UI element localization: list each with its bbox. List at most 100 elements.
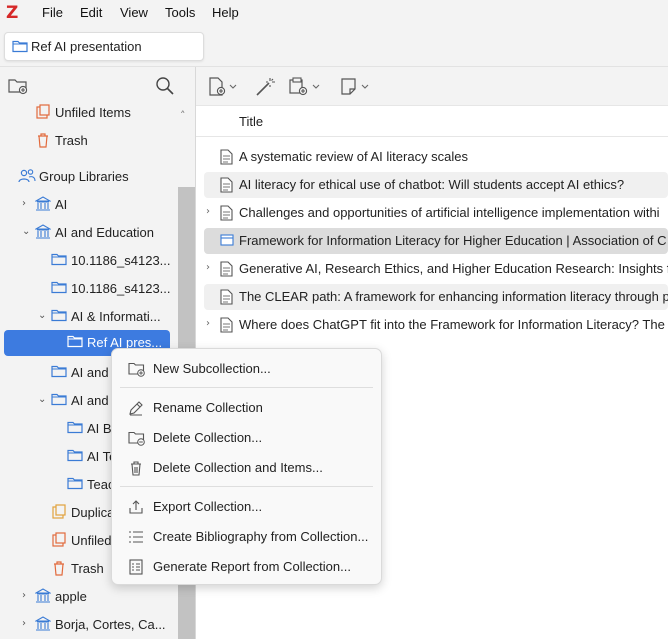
menu-tools[interactable]: Tools <box>165 5 195 20</box>
menu-item-label: Export Collection... <box>153 499 263 514</box>
menu-view[interactable]: View <box>120 5 148 20</box>
tree-item-library-borja[interactable]: › Borja, Cortes, Ca... <box>0 612 178 638</box>
tree-item-label: Trash <box>55 133 88 148</box>
tree-item-library-ai[interactable]: › AI <box>0 192 178 218</box>
item-row[interactable]: › Generative AI, Research Ethics, and Hi… <box>204 256 668 282</box>
menu-help[interactable]: Help <box>212 5 239 20</box>
menu-item-delete-collection[interactable]: Delete Collection... <box>116 424 377 452</box>
tab-label: Ref AI presentation <box>31 39 142 54</box>
item-title: Framework for Information Literacy for H… <box>239 233 667 248</box>
library-icon <box>35 588 51 604</box>
document-icon <box>220 261 233 277</box>
menu-item-create-bibliography[interactable]: Create Bibliography from Collection... <box>116 523 377 551</box>
tree-item-label: AI and Education <box>55 225 155 240</box>
folder-icon <box>51 364 67 380</box>
item-title: Challenges and opportunities of artifici… <box>239 205 660 220</box>
folder-icon <box>51 252 67 268</box>
library-icon <box>35 616 51 632</box>
menu-edit[interactable]: Edit <box>80 5 102 20</box>
menu-item-label: Create Bibliography from Collection... <box>153 529 369 544</box>
chevron-right-icon[interactable]: › <box>206 262 210 273</box>
document-icon <box>220 149 233 165</box>
tree-item-label: AI and <box>71 365 109 380</box>
scroll-up-chevron-icon[interactable]: ˄ <box>180 109 186 122</box>
chevron-right-icon[interactable]: › <box>22 618 32 630</box>
tree-item-label: Unfiled Items <box>55 105 131 120</box>
item-row[interactable]: A systematic review of AI literacy scale… <box>204 144 668 170</box>
tree-item-collection[interactable]: 10.1186_s4123... <box>0 276 178 302</box>
unfiled-items-icon <box>51 532 67 548</box>
items-toolbar <box>196 67 668 106</box>
tree-item-label: AI and <box>71 393 109 408</box>
item-row[interactable]: › Where does ChatGPT fit into the Framew… <box>204 312 668 338</box>
tree-item-collection-ai-information[interactable]: ⌄ AI & Informati... <box>0 304 178 330</box>
menu-item-label: Generate Report from Collection... <box>153 559 351 574</box>
item-title: Where does ChatGPT fit into the Framewor… <box>239 317 665 332</box>
chevron-right-icon[interactable]: › <box>22 198 32 210</box>
tree-item-unfiled-items[interactable]: Unfiled Items <box>0 100 178 126</box>
trash-icon <box>35 132 51 148</box>
chevron-down-icon[interactable]: ⌄ <box>22 226 32 238</box>
menu-item-rename-collection[interactable]: Rename Collection <box>116 394 377 422</box>
folder-icon <box>51 308 67 324</box>
tab-bar: Ref AI presentation <box>0 26 668 67</box>
library-icon <box>35 224 51 240</box>
document-icon <box>220 317 233 333</box>
search-icon[interactable] <box>155 76 175 96</box>
new-folder-icon <box>128 361 146 377</box>
magic-wand-icon[interactable] <box>254 76 276 98</box>
menu-item-generate-report[interactable]: Generate Report from Collection... <box>116 553 377 581</box>
folder-icon <box>51 392 67 408</box>
item-row[interactable]: AI literacy for ethical use of chatbot: … <box>204 172 668 198</box>
folder-icon <box>67 448 83 464</box>
item-row[interactable]: › Challenges and opportunities of artifi… <box>204 200 668 226</box>
tree-item-label: AI B <box>87 421 112 436</box>
tree-item-label: Borja, Cortes, Ca... <box>55 617 166 632</box>
export-icon <box>128 499 144 515</box>
chevron-right-icon[interactable]: › <box>22 590 32 602</box>
collection-context-menu: New Subcollection... Rename Collection D… <box>111 348 382 585</box>
menu-item-delete-collection-and-items[interactable]: Delete Collection and Items... <box>116 454 377 482</box>
new-item-icon[interactable] <box>208 77 240 97</box>
item-title: Generative AI, Research Ethics, and High… <box>239 261 668 276</box>
duplicate-items-icon <box>51 504 67 520</box>
trash-icon <box>51 560 67 576</box>
item-row[interactable]: Framework for Information Literacy for H… <box>204 228 668 254</box>
folder-icon <box>67 420 83 436</box>
pencil-icon <box>128 400 144 416</box>
menu-item-new-subcollection[interactable]: New Subcollection... <box>116 355 377 383</box>
chevron-down-icon[interactable]: ⌄ <box>38 394 48 406</box>
items-column-header[interactable]: Title <box>196 106 668 137</box>
document-icon <box>220 289 233 305</box>
tree-item-group-libraries[interactable]: Group Libraries <box>0 164 178 190</box>
tree-item-label: AI & Informati... <box>71 309 161 324</box>
menu-item-label: New Subcollection... <box>153 361 271 376</box>
chevron-down-icon[interactable]: ⌄ <box>38 310 48 322</box>
report-icon <box>128 559 144 575</box>
tree-item-label: apple <box>55 589 87 604</box>
chevron-right-icon[interactable]: › <box>206 206 210 217</box>
tree-item-library-apple[interactable]: › apple <box>0 584 178 610</box>
folder-icon <box>67 334 83 350</box>
zotero-logo: Z <box>6 3 19 23</box>
chevron-right-icon[interactable]: › <box>206 318 210 329</box>
menu-item-export-collection[interactable]: Export Collection... <box>116 493 377 521</box>
menu-item-label: Rename Collection <box>153 400 263 415</box>
tree-item-collection[interactable]: 10.1186_s4123... <box>0 248 178 274</box>
new-collection-icon[interactable] <box>8 77 28 95</box>
folder-icon <box>12 39 28 53</box>
tree-item-library-ai-and-education[interactable]: ⌄ AI and Education <box>0 220 178 246</box>
webpage-icon <box>220 233 234 247</box>
menu-bar: Z File Edit View Tools Help <box>0 0 668 26</box>
item-row[interactable]: The CLEAR path: A framework for enhancin… <box>204 284 668 310</box>
folder-icon <box>67 476 83 492</box>
add-attachment-icon[interactable] <box>288 77 326 97</box>
menu-file[interactable]: File <box>42 5 63 20</box>
tab-ref-ai-presentation[interactable]: Ref AI presentation <box>4 32 204 61</box>
library-icon <box>35 196 51 212</box>
tree-item-trash[interactable]: Trash <box>0 128 178 154</box>
item-title: The CLEAR path: A framework for enhancin… <box>239 289 668 304</box>
menu-separator <box>120 486 373 487</box>
new-note-icon[interactable] <box>340 77 374 97</box>
menu-item-label: Delete Collection... <box>153 430 263 445</box>
